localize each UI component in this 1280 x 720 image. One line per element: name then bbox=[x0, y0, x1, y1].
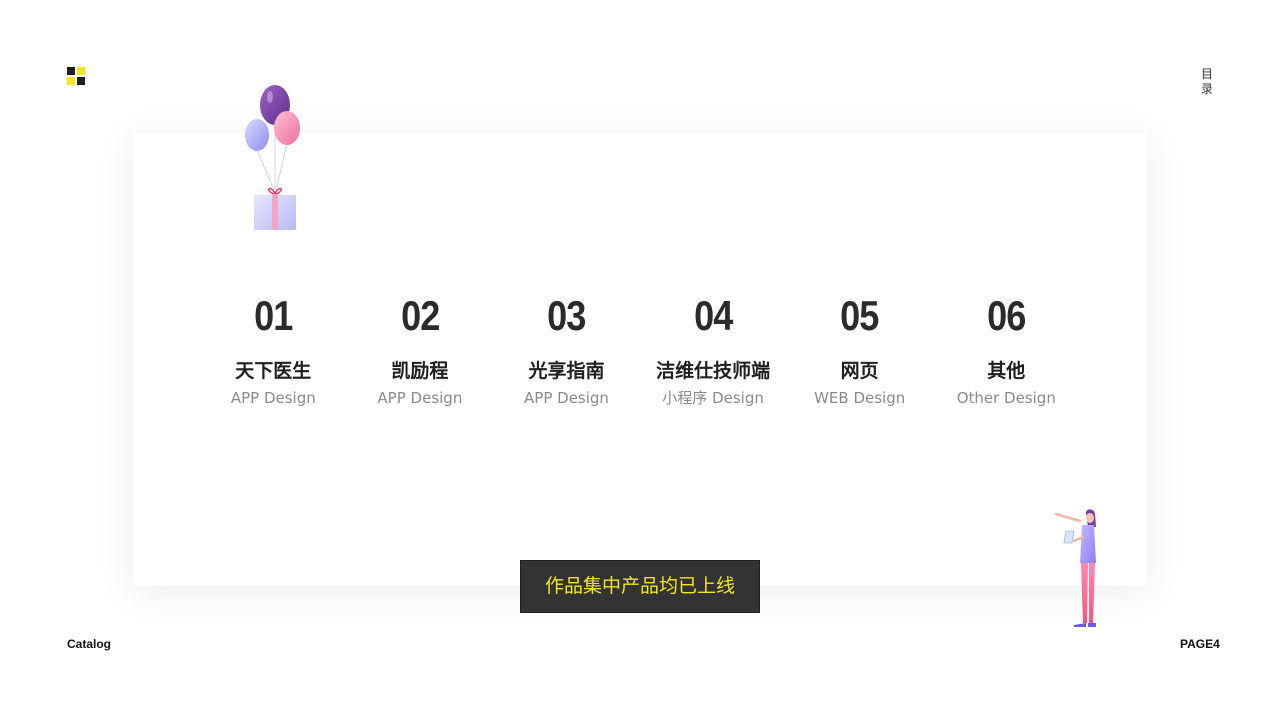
footer-catalog-label: Catalog bbox=[67, 637, 112, 651]
item-title: 其他 bbox=[987, 360, 1026, 382]
item-subtitle: APP Design bbox=[230, 389, 316, 407]
footer-page-label: PAGE4 bbox=[1180, 637, 1220, 651]
catalog-item-04[interactable]: 04 洁维仕技师端 小程序 Design bbox=[640, 290, 787, 440]
item-number: 04 bbox=[693, 292, 733, 339]
catalog-item-05[interactable]: 05 网页 WEB Design bbox=[786, 290, 933, 440]
item-title: 网页 bbox=[840, 360, 879, 382]
item-number: 02 bbox=[400, 292, 440, 339]
catalog-item-06[interactable]: 06 其他 Other Design bbox=[933, 290, 1080, 440]
item-number: 05 bbox=[840, 292, 879, 339]
item-number: 01 bbox=[254, 292, 293, 339]
catalog-item-01[interactable]: 01 天下医生 APP Design bbox=[200, 290, 347, 440]
catalog-item-03[interactable]: 03 光享指南 APP Design bbox=[493, 290, 640, 440]
item-number: 06 bbox=[987, 292, 1026, 339]
item-title: 光享指南 bbox=[528, 360, 605, 382]
catalog-side-label: 目 录 bbox=[1201, 67, 1213, 97]
item-title: 洁维仕技师端 bbox=[656, 360, 771, 382]
side-label-line2: 录 bbox=[1201, 82, 1214, 96]
item-subtitle: APP Design bbox=[377, 389, 463, 407]
notice-banner: 作品集中产品均已上线 bbox=[520, 560, 760, 613]
person-tablet-icon bbox=[1054, 509, 1096, 627]
item-title: 天下医生 bbox=[235, 360, 312, 382]
item-subtitle: 小程序 Design bbox=[662, 389, 764, 407]
catalog-item-02[interactable]: 02 凯励程 APP Design bbox=[347, 290, 494, 440]
catalog-list: 01 天下医生 APP Design 02 凯励程 APP Design 03 … bbox=[200, 290, 1080, 440]
side-label-line1: 目 bbox=[1201, 67, 1214, 81]
item-number: 03 bbox=[547, 292, 586, 339]
item-title: 凯励程 bbox=[391, 360, 449, 382]
balloons-gift-icon bbox=[245, 85, 300, 230]
logo-icon bbox=[67, 67, 86, 86]
item-subtitle: APP Design bbox=[524, 389, 609, 407]
item-subtitle: Other Design bbox=[956, 389, 1056, 407]
item-subtitle: WEB Design bbox=[814, 389, 906, 407]
